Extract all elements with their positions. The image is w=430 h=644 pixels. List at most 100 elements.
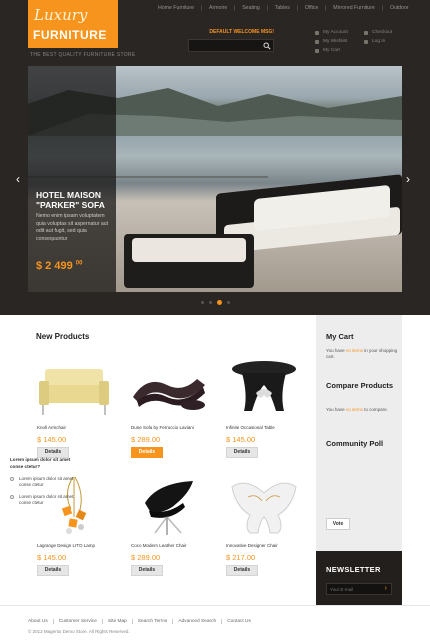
compare-products-title: Compare Products [326,381,394,390]
product-price: $ 145.00 [226,435,256,444]
product-name[interactable]: Infinite Occasional Table [226,425,275,430]
checkout-link[interactable]: Checkout [364,28,392,37]
login-label: Log In [372,39,386,44]
copyright: © 2012 Magento Demo Store. All Rights Re… [28,629,130,634]
footer: About Us Customer Service Site Map Searc… [0,605,430,644]
poll-question: Lorem ipsum dolor sit amet conse ctetur? [10,457,71,469]
footer-about-us[interactable]: About Us [28,619,53,624]
nav-tables[interactable]: Tables [266,5,297,11]
product-card: Coco Modern Leather Chair $ 289.00 Detai… [127,473,211,583]
footer-advanced-search[interactable]: Advanced Search [172,619,221,624]
slide-description: Nemo enim ipsam voluptatem quia voluptas… [36,213,109,242]
product-price: $ 145.00 [37,435,67,444]
product-price: $ 145.00 [37,553,67,562]
product-price: $ 217.00 [226,553,256,562]
footer-search-terms[interactable]: Search Terms [131,619,173,624]
radio-button[interactable] [10,477,14,481]
vote-button[interactable]: Vote [326,518,350,530]
slider-dot-4[interactable] [227,301,230,304]
product-price: $ 289.00 [131,553,161,562]
product-name[interactable]: Coco Modern Leather Chair [131,543,187,548]
slider-dot-3-active[interactable] [217,300,222,305]
search-input[interactable] [189,40,259,51]
product-name[interactable]: Lagrange Design LITO Lamp [37,543,95,548]
sidebar: My Cart You have no items in your shoppi… [316,315,402,551]
welcome-message: DEFAULT WELCOME MSG! [209,29,274,35]
slider-dot-1[interactable] [201,301,204,304]
compare-status-pre: You have [326,407,345,412]
product-price: $ 289.00 [131,435,161,444]
slide-price-main: $ 2 499 [36,260,73,272]
details-button[interactable]: Details [131,565,163,576]
my-cart-link[interactable]: My Cart [315,46,348,55]
my-wishlist-link[interactable]: My Wishlist [315,37,348,46]
slider-next-arrow-icon[interactable]: › [406,172,410,186]
main-nav: Home Furniture Armoire Seating Tables Of… [151,5,416,11]
cart-status-pre: You have [326,348,345,353]
logo[interactable]: Luxury FURNITURE [28,0,118,48]
product-card: Innovative Designer Chair $ 217.00 Detai… [222,473,306,583]
footer-customer-service[interactable]: Customer Service [52,619,102,624]
nav-home-furniture[interactable]: Home Furniture [151,5,201,11]
poll-option-label: Lorem ipsum dolor sit amet, conse ctetur [19,494,75,505]
lock-icon [364,39,368,44]
search-icon[interactable] [263,42,271,50]
nav-office[interactable]: Office [296,5,325,11]
newsletter-box: NEWSLETTER › [316,551,402,605]
newsletter-email-input[interactable] [327,584,381,594]
armchair-image[interactable] [33,355,117,421]
occasional-table-image[interactable] [222,355,306,421]
slider-dot-2[interactable] [209,301,212,304]
curved-sofa-image[interactable] [127,355,211,421]
subscribe-arrow-icon[interactable]: › [385,585,387,592]
details-button[interactable]: Details [131,447,163,458]
product-name[interactable]: Innovative Designer Chair [226,543,278,548]
slider-prev-arrow-icon[interactable]: ‹ [16,172,20,186]
user-icon [315,30,319,35]
slide-price-cents: 00 [75,260,83,267]
footer-links: About Us Customer Service Site Map Searc… [28,619,256,624]
checkout-icon [364,30,368,35]
slider-pagination [201,300,230,305]
product-card: Knoll Armchair $ 145.00 Details [33,355,117,465]
cart-status: You have no items in your shopping cart. [326,348,398,360]
nav-mirrored-furniture[interactable]: Mirrored Furniture [325,5,382,11]
details-button[interactable]: Details [226,565,258,576]
nav-armoire[interactable]: Armoire [201,5,234,11]
checkout-label: Checkout [372,30,393,35]
tagline: THE BEST QUALITY FURNITURE STORE [30,52,136,58]
nav-outdoor[interactable]: Outdoor [381,5,416,11]
my-cart-label: My Cart [323,48,340,53]
leather-chair-image[interactable] [127,473,211,539]
product-card: Infinite Occasional Table $ 145.00 Detai… [222,355,306,465]
account-links-left: My Account My Wishlist My Cart [315,28,348,55]
poll-option-1[interactable]: Lorem ipsum dolor sit amet conse ctetur [10,476,82,488]
compare-status-post: to compare. [364,407,388,412]
details-button[interactable]: Details [226,447,258,458]
logo-word: FURNITURE [33,28,107,42]
ottoman-cushion [132,238,246,262]
newsletter-title: NEWSLETTER [326,565,381,574]
cart-status-count: no items [345,348,363,353]
product-name[interactable]: Knoll Armchair [37,425,66,430]
my-account-link[interactable]: My Account [315,28,348,37]
login-link[interactable]: Log In [364,37,392,46]
radio-button[interactable] [10,495,14,499]
designer-chair-image[interactable] [222,473,306,539]
poll-option-label: Lorem ipsum dolor sit amet conse ctetur [19,476,74,487]
logo-script: Luxury [34,6,88,24]
product-name[interactable]: Dune Sofa by Ferruccio Laviani [131,425,194,430]
account-links-right: Checkout Log In [364,28,392,46]
my-cart-title: My Cart [326,332,354,341]
product-card: Dune Sofa by Ferruccio Laviani $ 289.00 … [127,355,211,465]
details-button[interactable]: Details [37,565,69,576]
footer-contact-us[interactable]: Contact Us [221,619,256,624]
poll-option-2[interactable]: Lorem ipsum dolor sit amet, conse ctetur [10,494,82,506]
community-poll-title: Community Poll [326,439,384,448]
compare-status: You have no items to compare. [326,407,398,413]
footer-site-map[interactable]: Site Map [101,619,132,624]
slide-price: $ 2 499 00 [36,260,82,272]
nav-seating[interactable]: Seating [234,5,267,11]
cart-icon [315,48,319,53]
product-card: Lagrange Design LITO Lamp $ 145.00 Detai… [33,473,117,583]
